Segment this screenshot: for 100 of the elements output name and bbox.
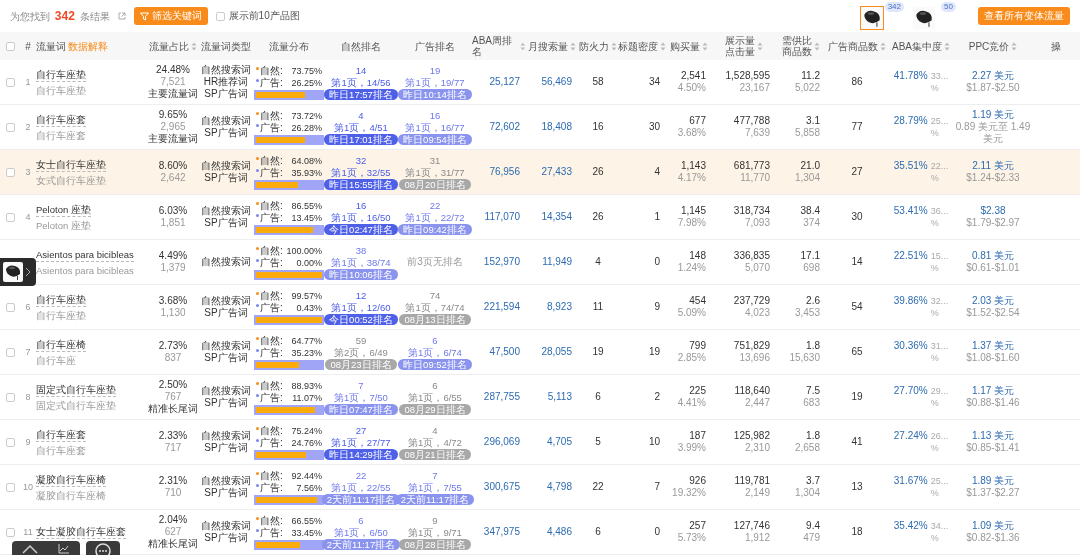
distribution-value: 7.56% — [295, 481, 322, 494]
row-checkbox[interactable] — [5, 392, 15, 402]
distribution-label: 自然: — [256, 514, 283, 527]
percent-sign: % — [930, 352, 940, 364]
impression-clicks: 23,167 — [739, 82, 770, 94]
aba-rank: 221,594 — [483, 301, 520, 313]
concentration-detail: 26... — [930, 430, 949, 442]
row-checkbox[interactable] — [5, 527, 15, 537]
product-preview-popup[interactable] — [0, 258, 36, 286]
row-checkbox[interactable] — [5, 212, 15, 222]
checkbox[interactable] — [215, 11, 225, 21]
column-header[interactable]: 月搜索量 — [528, 40, 576, 52]
column-header[interactable]: 购买量 — [670, 40, 708, 52]
distribution-value: 0.43% — [295, 301, 322, 314]
column-header[interactable]: 需供比 商品数 — [782, 35, 820, 57]
row-checkbox[interactable] — [5, 437, 15, 447]
keyword-link[interactable]: Asientos para bicibleas — [36, 247, 134, 262]
row-checkbox[interactable] — [5, 167, 15, 177]
keyword-translation: 自行车座垫 — [36, 84, 86, 97]
ppc-range: $1.37-$2.27 — [966, 487, 1020, 499]
distribution-label: 自然: — [256, 154, 283, 167]
column-header: 流量分布 — [269, 40, 309, 52]
sort-icon[interactable] — [702, 41, 708, 51]
click-count: 7,521 — [160, 76, 186, 88]
sort-icon[interactable] — [944, 41, 950, 51]
fire-power-value: 16 — [592, 121, 604, 133]
click-count: 2,965 — [160, 121, 186, 133]
keyword-link[interactable]: 自行车座套 — [36, 427, 86, 442]
row-checkbox[interactable] — [5, 77, 15, 87]
distribution-label: 自然: — [256, 379, 283, 392]
impressions: 681,773 — [733, 160, 770, 172]
concentration-detail: 15... — [930, 250, 949, 262]
ad-rank-number: 19 — [429, 64, 441, 77]
table-row[interactable] — [0, 150, 1080, 195]
ppc-range: $1.52-$2.54 — [966, 307, 1020, 319]
keyword-link[interactable]: 固定式自行车座垫 — [36, 382, 116, 397]
organic-rank-number: 4 — [358, 109, 364, 122]
keyword-link[interactable]: 自行车座垫 — [36, 67, 86, 82]
rank-time-badge: 昨日17:57排名 — [324, 88, 398, 100]
keyword-type: HR推荐词 — [203, 76, 249, 88]
rank-time-badge: 昨日15:55排名 — [324, 178, 398, 190]
sort-icon[interactable] — [191, 41, 197, 51]
column-header[interactable]: ABA集中度 — [892, 40, 950, 52]
chart-icon[interactable] — [58, 544, 70, 554]
keyword-link[interactable]: 女士凝胶自行车座套 — [36, 525, 126, 539]
column-header[interactable]: PPC竞价 — [968, 40, 1018, 52]
distribution-value: 92.44% — [290, 469, 322, 482]
column-header[interactable]: 标题密度 — [618, 40, 666, 52]
purchase-rate: 4.50% — [677, 82, 706, 94]
sort-icon[interactable] — [814, 41, 820, 51]
row-number: 7 — [25, 346, 31, 358]
sort-icon[interactable] — [570, 41, 576, 51]
ppc-range: $0.85-$1.41 — [966, 442, 1020, 454]
keyword-link[interactable]: Peloton 座垫 — [36, 202, 91, 217]
rank-time-badge: 昨日10:06排名 — [324, 268, 398, 280]
fire-power-value: 6 — [595, 526, 601, 538]
sort-icon[interactable] — [757, 41, 763, 51]
column-header[interactable]: 流量占比 — [149, 40, 197, 52]
keyword-link[interactable]: 自行车座套 — [36, 112, 86, 127]
column-header[interactable]: 展示量 点击量 — [725, 35, 763, 57]
rank-time-badge: 昨日17:01排名 — [324, 133, 398, 145]
sort-icon[interactable] — [880, 41, 886, 51]
monthly-searches: 18,408 — [541, 121, 572, 133]
column-header[interactable]: 防火力 — [579, 40, 617, 52]
ad-rank-page: 第1页，74/74 — [405, 301, 465, 314]
sort-icon[interactable] — [520, 41, 526, 51]
column-header: 广告排名 — [415, 40, 455, 52]
aba-rank: 287,755 — [483, 391, 520, 403]
column-header[interactable]: 广告商品数 — [828, 40, 886, 52]
row-checkbox[interactable] — [5, 122, 15, 132]
keyword-link[interactable]: 凝胶自行车座椅 — [36, 472, 106, 487]
column-header[interactable]: ABA周排名 — [472, 35, 526, 57]
keyword-link[interactable]: 自行车座垫 — [36, 292, 86, 307]
chat-button[interactable] — [86, 541, 120, 555]
variant-thumbnail[interactable] — [860, 6, 884, 30]
keyword-link[interactable]: 自行车座椅 — [36, 337, 86, 352]
aba-concentration: 27.70% — [893, 385, 928, 397]
export-icon[interactable] — [117, 12, 126, 20]
sort-icon[interactable] — [1011, 41, 1018, 51]
sort-icon[interactable] — [660, 41, 666, 51]
ad-rank-page: 第1页，9/71 — [408, 526, 462, 539]
row-number: 3 — [25, 166, 31, 178]
select-all-checkbox[interactable] — [5, 41, 15, 51]
organic-rank-number: 22 — [355, 469, 367, 482]
row-checkbox[interactable] — [5, 302, 15, 312]
percent-sign: % — [930, 487, 940, 499]
ppc-range: $0.82-$1.36 — [966, 532, 1020, 544]
sort-icon[interactable] — [611, 41, 617, 51]
organic-rank-number: 27 — [355, 424, 367, 437]
click-count: 710 — [164, 487, 182, 499]
distribution-label: 自然: — [256, 64, 283, 77]
aba-rank: 152,970 — [483, 256, 520, 268]
aba-concentration: 30.36% — [893, 340, 928, 352]
back-to-top-icon[interactable] — [22, 544, 38, 554]
demand-supply-ratio: 1.8 — [806, 340, 820, 352]
keyword-type: SP广告词 — [204, 397, 248, 409]
keyword-link[interactable]: 女士自行车座垫 — [36, 157, 106, 172]
row-checkbox[interactable] — [5, 347, 15, 357]
ppc-range: $1.79-$2.97 — [966, 217, 1020, 229]
row-checkbox[interactable] — [5, 482, 15, 492]
